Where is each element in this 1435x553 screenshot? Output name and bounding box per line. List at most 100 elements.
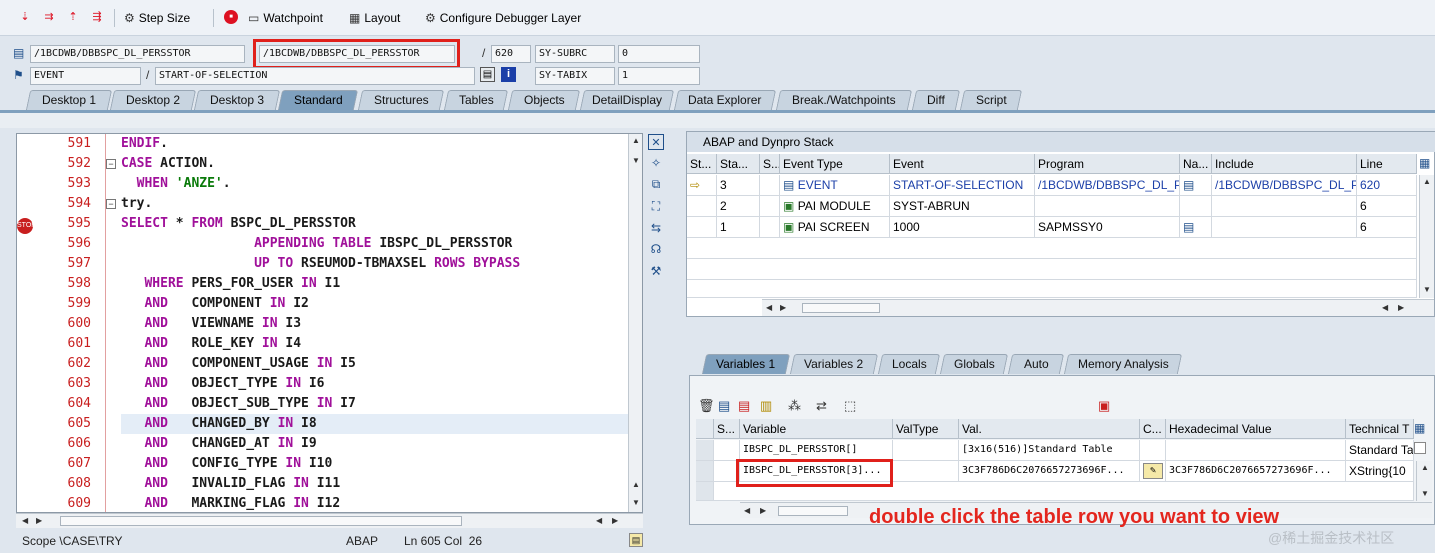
code-line[interactable]: AND CONFIG_TYPE IN I10 bbox=[121, 456, 332, 471]
col-variable[interactable]: Variable bbox=[740, 419, 893, 439]
col-event-type[interactable]: Event Type bbox=[780, 154, 890, 174]
event-type-field[interactable]: EVENT bbox=[30, 67, 141, 85]
load-variables-icon[interactable]: ▤ bbox=[738, 398, 750, 414]
stop-icon[interactable]: ■ bbox=[224, 10, 238, 24]
stack-vertical-scrollbar[interactable]: ▲ ▼ bbox=[1419, 175, 1434, 298]
event-field[interactable]: START-OF-SELECTION bbox=[155, 67, 475, 85]
tab-desktop-1[interactable]: Desktop 1 bbox=[25, 90, 113, 110]
col-technical-type[interactable]: Technical T bbox=[1346, 419, 1414, 439]
stack-row-2-line[interactable]: 6 bbox=[1357, 196, 1417, 217]
row-select-checkbox[interactable] bbox=[1414, 442, 1426, 454]
navigate-tree-icon[interactable]: ⇄ bbox=[816, 398, 827, 414]
code-line[interactable]: AND ROLE_KEY IN I4 bbox=[121, 336, 301, 351]
step-into-icon[interactable]: ⇣ bbox=[18, 10, 32, 24]
save-variables-icon[interactable]: ▤ bbox=[718, 398, 730, 414]
code-hscroll-thumb[interactable] bbox=[60, 516, 462, 526]
edit-pencil-icon[interactable]: ✎ bbox=[1143, 463, 1163, 479]
step-size-button[interactable]: ⚙ Step Size bbox=[124, 10, 190, 26]
stack-row-3-type[interactable]: ▣ PAI SCREEN bbox=[780, 217, 890, 238]
tab-desktop-2[interactable]: Desktop 2 bbox=[109, 90, 197, 110]
col-include[interactable]: Include bbox=[1212, 154, 1357, 174]
stack-hscroll-thumb[interactable] bbox=[802, 303, 880, 313]
code-line[interactable]: AND INVALID_FLAG IN I11 bbox=[121, 476, 340, 491]
tab-desktop-3[interactable]: Desktop 3 bbox=[193, 90, 281, 110]
stack-row-2-type[interactable]: ▣ PAI MODULE bbox=[780, 196, 890, 217]
tab-globals[interactable]: Globals bbox=[939, 354, 1009, 374]
col-s[interactable]: S... bbox=[760, 154, 780, 174]
watchpoint-button[interactable]: ▭ Watchpoint bbox=[248, 10, 323, 26]
stack-row-1-sta[interactable]: 3 bbox=[717, 175, 760, 196]
code-line[interactable]: CASE ACTION. bbox=[121, 156, 215, 171]
configure-layer-button[interactable]: ⚙ Configure Debugger Layer bbox=[425, 10, 581, 26]
fold-toggle-try[interactable]: − bbox=[106, 199, 116, 209]
stack-row-2-program[interactable] bbox=[1035, 196, 1180, 217]
tab-locals[interactable]: Locals bbox=[877, 354, 941, 374]
code-line[interactable]: APPENDING TABLE IBSPC_DL_PERSSTOR bbox=[121, 236, 512, 251]
tab-auto[interactable]: Auto bbox=[1007, 354, 1065, 374]
col-event[interactable]: Event bbox=[890, 154, 1035, 174]
display-icon-2[interactable]: ▥ bbox=[760, 398, 772, 414]
code-line[interactable]: AND CHANGED_AT IN I9 bbox=[121, 436, 316, 451]
program-field[interactable]: /1BCDWB/DBBSPC_DL_PERSSTOR bbox=[30, 45, 245, 63]
stack-row-2-event[interactable]: SYST-ABRUN bbox=[890, 196, 1035, 217]
stack-row-3-program[interactable]: SAPMSSY0 bbox=[1035, 217, 1180, 238]
var-row-1-valtype[interactable] bbox=[893, 440, 959, 461]
stack-row-3-line[interactable]: 6 bbox=[1357, 217, 1417, 238]
vars-vertical-scrollbar[interactable]: ▲ ▼ bbox=[1416, 461, 1432, 501]
col-c[interactable]: C... bbox=[1140, 419, 1166, 439]
tab-breakpoints[interactable]: Break./Watchpoints bbox=[775, 90, 913, 110]
col-val[interactable]: Val. bbox=[959, 419, 1140, 439]
fold-toggle-case[interactable]: − bbox=[106, 159, 116, 169]
close-tool-icon[interactable]: ✕ bbox=[648, 134, 664, 150]
tab-detaildisplay[interactable]: DetailDisplay bbox=[579, 90, 675, 110]
info-icon[interactable]: i bbox=[501, 67, 516, 82]
tab-variables-1[interactable]: Variables 1 bbox=[701, 354, 791, 374]
exchange-tool-icon[interactable]: ⇆ bbox=[648, 220, 664, 236]
stack-row-2-sta[interactable]: 2 bbox=[717, 196, 760, 217]
stack-row-1-type[interactable]: ▤ EVENT bbox=[780, 175, 890, 196]
var-row-2-tech[interactable]: XString{10 bbox=[1346, 461, 1414, 482]
code-line[interactable]: try. bbox=[121, 196, 152, 211]
stack-row-3-event[interactable]: 1000 bbox=[890, 217, 1035, 238]
code-line[interactable]: SELECT * FROM BSPC_DL_PERSSTOR bbox=[121, 216, 356, 231]
var-row-2-val[interactable]: 3C3F786D6C2076657273696F... bbox=[959, 461, 1140, 482]
col-s2[interactable]: S... bbox=[714, 419, 740, 439]
tab-standard[interactable]: Standard bbox=[277, 90, 359, 110]
services-tool-icon[interactable]: ☊ bbox=[648, 241, 664, 257]
code-line[interactable]: WHEN 'ANZE'. bbox=[121, 176, 231, 191]
stack-row-1-line[interactable]: 620 bbox=[1357, 175, 1417, 196]
source-code-editor[interactable]: STOP − − 591 ENDIF. 592 CASE ACTION. 593 WHE… bbox=[16, 133, 643, 513]
var-row-1-tech[interactable]: Standard Ta bbox=[1346, 440, 1414, 461]
layout-button[interactable]: ▦ Layout bbox=[349, 10, 400, 26]
var-row-2-hex[interactable]: 3C3F786D6C2076657273696F... bbox=[1166, 461, 1346, 482]
stack-row-3-include[interactable] bbox=[1212, 217, 1357, 238]
tab-data-explorer[interactable]: Data Explorer bbox=[673, 90, 777, 110]
sytabix-value[interactable]: 1 bbox=[618, 67, 700, 85]
stack-row-1-program[interactable]: /1BCDWB/DBBSPC_DL_P... bbox=[1035, 175, 1180, 196]
code-line[interactable]: AND OBJECT_SUB_TYPE IN I7 bbox=[121, 396, 355, 411]
navigate-icon[interactable]: ▤ bbox=[1180, 175, 1212, 196]
code-line[interactable]: AND VIEWNAME IN I3 bbox=[121, 316, 301, 331]
code-line[interactable]: WHERE PERS_FOR_USER IN I1 bbox=[121, 276, 340, 291]
var-row-1-val[interactable]: [3x16(516)]Standard Table bbox=[959, 440, 1140, 461]
code-horizontal-scrollbar[interactable]: ◀ ▶ ◀ ▶ bbox=[16, 513, 643, 528]
sysubrc-value[interactable]: 0 bbox=[618, 45, 700, 63]
tab-objects[interactable]: Objects bbox=[507, 90, 581, 110]
code-line[interactable]: AND CHANGED_BY IN I8 bbox=[121, 416, 316, 431]
new-tool-icon[interactable]: ✧ bbox=[648, 155, 664, 171]
step-return-icon[interactable]: ⇡ bbox=[66, 10, 80, 24]
code-line[interactable]: UP TO RSEUMOD-TBMAXSEL ROWS BYPASS bbox=[121, 256, 520, 271]
maximize-tool-icon[interactable]: ⛶ bbox=[648, 198, 664, 214]
tab-tables[interactable]: Tables bbox=[443, 90, 509, 110]
var-row-2-valtype[interactable] bbox=[893, 461, 959, 482]
code-line[interactable]: AND COMPONENT_USAGE IN I5 bbox=[121, 356, 355, 371]
tab-script[interactable]: Script bbox=[959, 90, 1023, 110]
code-vertical-scrollbar[interactable]: ▲ ▼ ▲ ▼ bbox=[628, 134, 642, 512]
notes-icon[interactable]: ▤ bbox=[629, 533, 643, 547]
code-line[interactable]: ENDIF. bbox=[121, 136, 168, 151]
col-sta[interactable]: Sta... bbox=[717, 154, 760, 174]
col-na[interactable]: Na... bbox=[1180, 154, 1212, 174]
vars-hscroll-thumb[interactable] bbox=[778, 506, 848, 516]
display-icon[interactable]: ▤ bbox=[480, 67, 495, 82]
stack-row-1-event[interactable]: START-OF-SELECTION bbox=[890, 175, 1035, 196]
